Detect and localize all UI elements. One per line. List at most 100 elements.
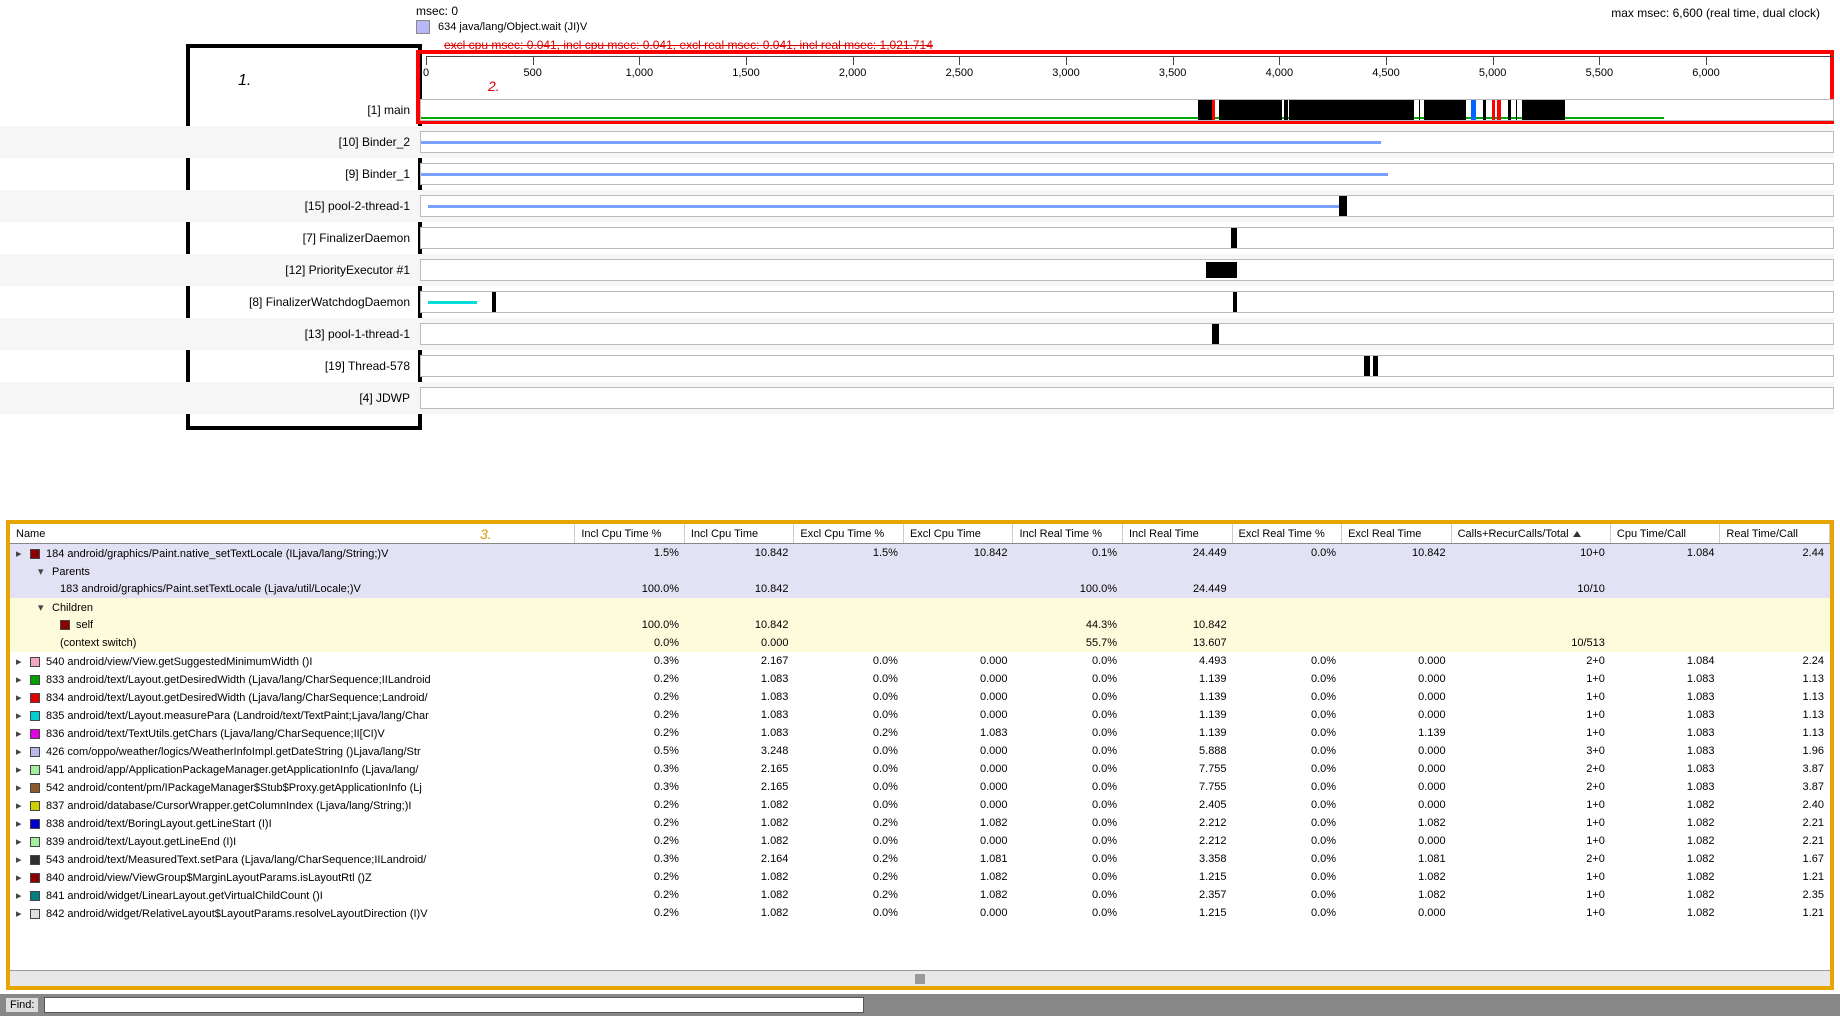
horizontal-scrollbar[interactable] [10, 970, 1830, 986]
expander-icon[interactable]: ▸ [16, 871, 26, 884]
table-row[interactable]: ▸540 android/view/View.getSuggestedMinim… [10, 652, 1830, 670]
expander-icon[interactable]: ▸ [16, 835, 26, 848]
table-row[interactable]: ▸839 android/text/Layout.getLineEnd (I)I… [10, 832, 1830, 850]
cell: 1.081 [904, 853, 1014, 865]
cell: 0.000 [1342, 763, 1452, 775]
time-ruler[interactable]: 05001,0001,5002,0002,5003,0003,5004,0004… [426, 56, 1834, 84]
thread-track[interactable] [420, 387, 1834, 409]
column-header[interactable]: Incl Cpu Time [685, 524, 795, 543]
cell: 0.000 [904, 691, 1014, 703]
method-name: 834 android/text/Layout.getDesiredWidth … [46, 692, 428, 704]
table-row[interactable]: ▸842 android/widget/RelativeLayout$Layou… [10, 904, 1830, 922]
column-header[interactable]: Calls+RecurCalls/Total [1452, 524, 1611, 543]
column-header[interactable]: Excl Real Time % [1233, 524, 1343, 543]
thread-track[interactable] [420, 227, 1834, 249]
table-row[interactable]: (context switch)0.0%0.00055.7%13.60710/5… [10, 634, 1830, 652]
table-row[interactable]: ▸837 android/database/CursorWrapper.getC… [10, 796, 1830, 814]
expander-icon[interactable]: ▸ [16, 817, 26, 830]
column-header[interactable]: Incl Cpu Time % [575, 524, 685, 543]
expander-icon[interactable]: ▸ [16, 745, 26, 758]
thread-row[interactable]: [4] JDWP [0, 382, 1834, 414]
thread-row[interactable]: [1] main [0, 94, 1834, 126]
table-row[interactable]: ▸541 android/app/ApplicationPackageManag… [10, 760, 1830, 778]
cell: 10.842 [685, 619, 795, 631]
expander-icon[interactable]: ▾ [38, 601, 48, 614]
table-row[interactable]: ▸543 android/text/MeasuredText.setPara (… [10, 850, 1830, 868]
expander-icon[interactable]: ▸ [16, 547, 26, 560]
cell: 1.082 [904, 871, 1014, 883]
expander-icon[interactable]: ▾ [38, 565, 48, 578]
expander-icon[interactable]: ▸ [16, 709, 26, 722]
table-row[interactable]: ▸835 android/text/Layout.measurePara (La… [10, 706, 1830, 724]
table-row[interactable]: ▾Children [10, 598, 1830, 616]
cell: 1.082 [1611, 817, 1721, 829]
table-row[interactable]: ▸836 android/text/TextUtils.getChars (Lj… [10, 724, 1830, 742]
table-row[interactable]: ▸184 android/graphics/Paint.native_setTe… [10, 544, 1830, 562]
thread-track[interactable] [420, 259, 1834, 281]
thread-row[interactable]: [8] FinalizerWatchdogDaemon [0, 286, 1834, 318]
ruler-tick [426, 57, 427, 65]
thread-row[interactable]: [7] FinalizerDaemon [0, 222, 1834, 254]
table-row[interactable]: ▸426 com/oppo/weather/logics/WeatherInfo… [10, 742, 1830, 760]
expander-icon[interactable]: ▸ [16, 907, 26, 920]
thread-track[interactable] [420, 163, 1834, 185]
table-row[interactable]: ▸ 834 android/text/Layout.getDesiredWidth… [10, 688, 1830, 706]
thread-row[interactable]: [15] pool-2-thread-1 [0, 190, 1834, 222]
cell: 1.139 [1123, 709, 1233, 721]
cell: 1.139 [1123, 727, 1233, 739]
scroll-thumb[interactable] [915, 974, 925, 984]
cell: 0.0% [576, 637, 686, 649]
expander-icon[interactable]: ▸ [16, 889, 26, 902]
thread-row[interactable]: [12] PriorityExecutor #1 [0, 254, 1834, 286]
table-row[interactable]: self100.0%10.84244.3%10.842 [10, 616, 1830, 634]
table-row[interactable]: ▸841 android/widget/LinearLayout.getVirt… [10, 886, 1830, 904]
expander-icon[interactable]: ▸ [16, 727, 26, 740]
table-row[interactable]: ▾Parents [10, 562, 1830, 580]
table-row[interactable]: 183 android/graphics/Paint.setTextLocale… [10, 580, 1830, 598]
find-input[interactable] [44, 997, 864, 1013]
expander-icon[interactable]: ▸ [16, 853, 26, 866]
expander-icon[interactable]: ▸ [16, 673, 26, 686]
expander-icon[interactable]: ▸ [16, 781, 26, 794]
cell: 1.21 [1720, 907, 1830, 919]
column-header[interactable]: Excl Cpu Time % [794, 524, 904, 543]
thread-track[interactable] [420, 99, 1834, 121]
cell: 3.87 [1720, 763, 1830, 775]
ruler-tick [639, 57, 640, 65]
thread-row[interactable]: [10] Binder_2 [0, 126, 1834, 158]
cell: 1.081 [1342, 853, 1452, 865]
column-header[interactable]: Incl Real Time % [1013, 524, 1123, 543]
thread-track[interactable] [420, 355, 1834, 377]
cell: 100.0% [1014, 583, 1124, 595]
thread-track[interactable] [420, 131, 1834, 153]
cell: 0.0% [1233, 835, 1343, 847]
thread-row[interactable]: [9] Binder_1 [0, 158, 1834, 190]
table-header[interactable]: NameIncl Cpu Time %Incl Cpu TimeExcl Cpu… [10, 524, 1830, 544]
column-header[interactable]: Cpu Time/Call [1611, 524, 1721, 543]
thread-row[interactable]: [19] Thread-578 [0, 350, 1834, 382]
thread-track[interactable] [420, 195, 1834, 217]
thread-track[interactable] [420, 291, 1834, 313]
table-row[interactable]: ▸542 android/content/pm/IPackageManager$… [10, 778, 1830, 796]
expander-icon[interactable]: ▸ [16, 655, 26, 668]
cell: 2.357 [1123, 889, 1233, 901]
expander-icon[interactable]: ▸ [16, 799, 26, 812]
cell: 0.2% [575, 907, 685, 919]
cell: 0.2% [794, 889, 904, 901]
cell: 0.2% [575, 673, 685, 685]
cell: 2.167 [685, 655, 795, 667]
table-body[interactable]: ▸184 android/graphics/Paint.native_setTe… [10, 544, 1830, 970]
selected-method-name: 634 java/lang/Object.wait (JI)V [438, 21, 587, 33]
table-row[interactable]: ▸838 android/text/BoringLayout.getLineSt… [10, 814, 1830, 832]
column-header[interactable]: Real Time/Call [1720, 524, 1830, 543]
thread-track[interactable] [420, 323, 1834, 345]
column-header[interactable]: Excl Cpu Time [904, 524, 1014, 543]
column-header[interactable]: Incl Real Time [1123, 524, 1233, 543]
column-header[interactable]: Excl Real Time [1342, 524, 1452, 543]
table-row[interactable]: ▸840 android/view/ViewGroup$MarginLayout… [10, 868, 1830, 886]
ruler-tick [853, 57, 854, 65]
expander-icon[interactable]: ▸ [16, 763, 26, 776]
table-row[interactable]: ▸833 android/text/Layout.getDesiredWidth… [10, 670, 1830, 688]
thread-row[interactable]: [13] pool-1-thread-1 [0, 318, 1834, 350]
expander-icon[interactable]: ▸ [16, 691, 26, 704]
